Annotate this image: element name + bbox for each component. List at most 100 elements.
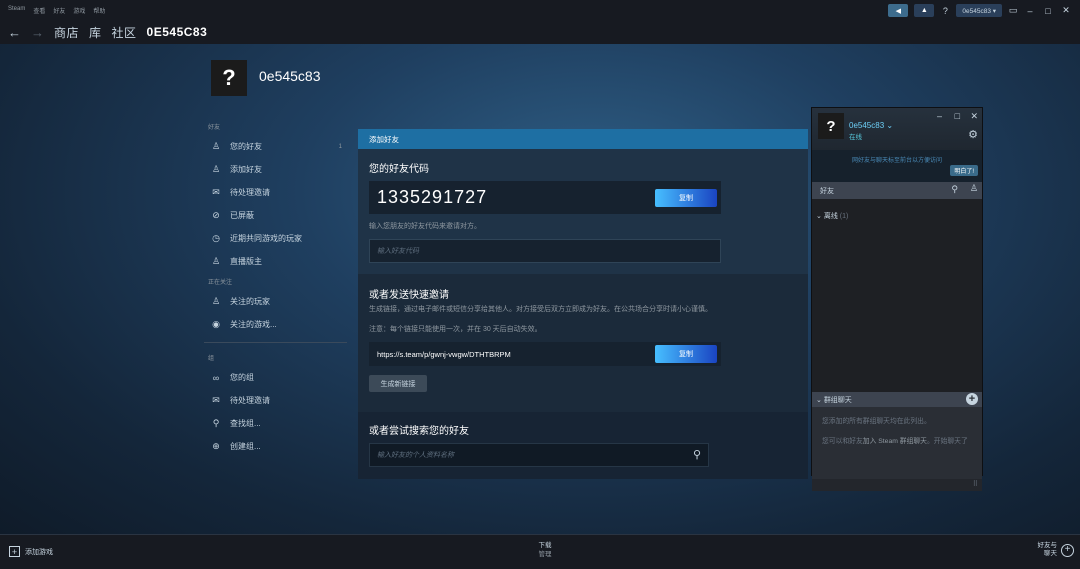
friends-list: ⌄ 离线 (1) [812, 199, 982, 392]
friend-code-box: 1335291727 复制 [369, 181, 721, 214]
friends-search-bar[interactable]: 好友 ⚲ ♙ [812, 182, 982, 199]
menu-help[interactable]: 帮助 [93, 6, 105, 15]
friend-code-section: 您的好友代码 1335291727 复制 输入您朋友的好友代码来邀请对方。 输入… [358, 149, 808, 274]
add-game-button[interactable]: + 添加游戏 [9, 546, 53, 557]
back-arrow-icon[interactable]: ← [8, 25, 21, 40]
sidebar-item-create-group[interactable]: ⊕ 创建组... [204, 435, 348, 458]
add-person-icon: ♙ [211, 296, 221, 306]
sidebar-item-followed-games[interactable]: ◉ 关注的游戏... [204, 313, 348, 336]
group-chat-header[interactable]: ⌄ 群组聊天 + [812, 392, 982, 407]
sidebar-item-find-groups[interactable]: ⚲ 查找组... [204, 412, 348, 435]
menu-view[interactable]: 查看 [33, 6, 45, 15]
sidebar-item-label: 添加好友 [230, 165, 262, 174]
close-icon[interactable]: ✕ [970, 111, 978, 122]
account-menu[interactable]: 0e545c83 ▾ [956, 4, 1002, 17]
help-button[interactable]: ? [940, 6, 950, 16]
eye-icon: ◉ [212, 319, 220, 329]
add-group-chat-icon[interactable]: + [966, 393, 978, 405]
offline-group-header[interactable]: ⌄ 离线 (1) [812, 211, 982, 221]
person-icon: ♙ [211, 141, 221, 151]
friends-window-avatar[interactable]: ? [818, 113, 844, 139]
friends-chat-button[interactable]: 好友与 聊天 + [1038, 542, 1074, 558]
menu-bar: Steam 查看 好友 游戏 帮助 [0, 6, 105, 15]
downloads-sublabel: 管理 [538, 551, 552, 558]
friend-code-hint: 输入您朋友的好友代码来邀请对方。 [369, 223, 481, 230]
downloads-button[interactable]: 下载 管理 [530, 541, 560, 559]
sidebar-item-broadcast-moderators[interactable]: ♙ 直播版主 [204, 250, 348, 273]
friends-window-username[interactable]: 0e545c83 ⌄ [849, 121, 893, 130]
sidebar-divider [204, 342, 347, 343]
menu-games[interactable]: 游戏 [73, 6, 85, 15]
copy-link-button[interactable]: 复制 [655, 345, 717, 363]
plus-circle-icon: + [1061, 543, 1074, 557]
bell-icon: ▲ [920, 7, 928, 14]
profile-avatar[interactable]: ? [211, 60, 247, 96]
menu-steam[interactable]: Steam [8, 6, 25, 15]
chevron-down-icon: ⌄ [886, 121, 894, 130]
minimize-icon[interactable]: – [1024, 6, 1036, 16]
join-group-chat-link[interactable]: 加入 Steam 群组聊天 [863, 438, 927, 445]
invite-link-box: https://s.team/p/gwnj-vwgw/DTHTBRPM 复制 [369, 342, 721, 366]
quick-invite-description: 生成链接，通过电子邮件或短信分享给其他人。对方接受后双方立即成为好友。在公共场合… [369, 306, 712, 313]
sidebar-item-pending-invites[interactable]: ✉ 待处理邀请 [204, 181, 348, 204]
plus-icon: + [9, 546, 20, 557]
search-icon[interactable]: ⚲ [951, 184, 958, 195]
forward-arrow-icon[interactable]: → [31, 25, 44, 40]
sidebar-item-group-invites[interactable]: ✉ 待处理邀请 [204, 389, 348, 412]
sidebar-item-add-friend[interactable]: ♙ 添加好友 [204, 158, 348, 181]
friend-code-input[interactable]: 输入好友代码 [369, 239, 721, 263]
friends-search-label: 好友 [820, 187, 834, 195]
minimize-icon[interactable]: – [937, 111, 942, 121]
close-icon[interactable]: ✕ [1060, 5, 1072, 16]
friends-window-status: 在线 [849, 134, 862, 141]
generate-new-link-button[interactable]: 生成新链接 [369, 375, 427, 392]
sidebar-item-blocked[interactable]: ⊘ 已屏蔽 [204, 204, 348, 227]
gear-icon[interactable]: ⚙ [968, 128, 978, 141]
copy-code-button[interactable]: 复制 [655, 188, 717, 207]
friends-window-username-text: 0e545c83 [849, 121, 885, 130]
friend-code-value: 1335291727 [377, 187, 488, 207]
friends-window-header: ? 0e545c83 ⌄ 在线 – □ ✕ ⚙ [812, 108, 982, 150]
friend-code-title: 您的好友代码 [369, 164, 429, 175]
group-chat-help-suffix: 。开始聊天了 [926, 438, 968, 445]
search-placeholder: 输入好友的个人资料名称 [377, 452, 454, 459]
friends-sidebar: 好友 ♙ 您的好友 1 ♙ 添加好友 ✉ 待处理邀请 ⊘ 已屏蔽 ◷ 近期共同游… [204, 122, 348, 458]
sidebar-item-label: 待处理邀请 [230, 188, 270, 197]
sidebar-item-followed-players[interactable]: ♙ 关注的玩家 [204, 290, 348, 313]
maximize-icon[interactable]: □ [955, 111, 960, 121]
nav-store[interactable]: 商店 [54, 24, 79, 41]
display-mode-icon[interactable]: ▭ [1008, 5, 1018, 16]
notifications-button[interactable]: ▲ [914, 4, 935, 17]
sidebar-item-label: 查找组... [230, 419, 261, 428]
nav-community[interactable]: 社区 [112, 24, 137, 41]
group-chat-label: 群组聊天 [823, 396, 852, 404]
bottom-bar: + 添加游戏 下载 管理 好友与 聊天 + [0, 534, 1080, 569]
sidebar-item-your-groups[interactable]: ∞ 您的组 [204, 366, 348, 389]
nav-username[interactable]: 0E545C83 [147, 25, 208, 39]
sidebar-item-label: 您的组 [230, 373, 254, 382]
add-person-icon: ♙ [211, 164, 221, 174]
sidebar-item-your-friends[interactable]: ♙ 您的好友 1 [204, 135, 348, 158]
invite-link[interactable]: https://s.team/p/gwnj-vwgw/DTHTBRPM [377, 350, 511, 359]
sidebar-section-groups: 组 [208, 356, 215, 362]
maximize-icon[interactable]: □ [1042, 6, 1054, 16]
add-friend-icon[interactable]: ♙ [970, 183, 978, 194]
sidebar-item-label: 关注的玩家 [230, 297, 270, 306]
got-it-button[interactable]: 明白了! [950, 165, 978, 176]
nav-library[interactable]: 库 [89, 24, 102, 41]
friends-list-window: ? 0e545c83 ⌄ 在线 – □ ✕ ⚙ 网好友与聊天标至前台以方便访问 … [811, 107, 983, 491]
plus-circle-icon: ⊕ [212, 441, 220, 451]
sidebar-item-label: 已屏蔽 [230, 211, 254, 220]
search-icon[interactable]: ⚲ [693, 448, 701, 461]
sidebar-item-recent-players[interactable]: ◷ 近期共同游戏的玩家 [204, 227, 348, 250]
megaphone-icon: ◀ [895, 7, 902, 15]
profile-name[interactable]: 0e545c83 [259, 68, 321, 84]
resize-grip-icon[interactable]: ⠿ [973, 480, 978, 488]
group-icon: ∞ [212, 372, 220, 383]
announcements-button[interactable]: ◀ [888, 4, 909, 17]
quick-invite-title: 或者发送快速邀请 [369, 290, 449, 301]
clock-icon: ◷ [212, 233, 220, 243]
block-icon: ⊘ [212, 210, 220, 220]
menu-friends[interactable]: 好友 [53, 6, 65, 15]
search-friends-input[interactable]: 输入好友的个人资料名称 ⚲ [369, 443, 709, 467]
